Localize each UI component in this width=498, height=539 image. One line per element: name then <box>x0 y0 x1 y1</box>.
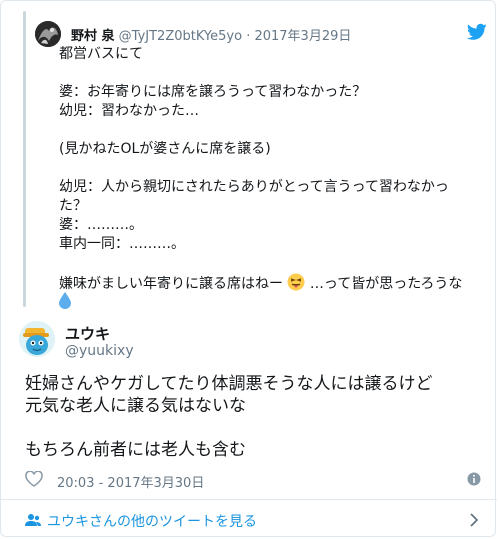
quoted-line-last: 嫌味がましい年寄りに譲る席はねー …って皆が思ったろうな <box>59 273 481 292</box>
droplet-emoji <box>59 292 71 315</box>
quoted-author-handle[interactable]: @TyJT2Z0btKYe5yo <box>119 29 242 44</box>
heart-icon[interactable] <box>25 471 43 487</box>
tweet-text: 妊婦さんやケガしてたり体調悪そうな人には譲るけど 元気な老人に譲る気はないな も… <box>25 373 433 461</box>
chevron-right-icon[interactable] <box>469 512 479 528</box>
quoted-author-avatar[interactable] <box>35 21 61 47</box>
quoted-separator: · <box>246 29 251 44</box>
author-handle[interactable]: @yuukixy <box>65 343 134 359</box>
embedded-tweet-card: 野村 泉 @TyJT2Z0btKYe5yo · 2017年3月29日 都営バスに… <box>0 0 497 538</box>
quoted-line: た？ <box>59 198 87 214</box>
quoted-tweet-header: 野村 泉 @TyJT2Z0btKYe5yo · 2017年3月29日 <box>71 25 351 44</box>
quoted-line: 婆：………。 <box>59 217 143 233</box>
tweet-meta: 20:03 - 2017年3月30日 <box>25 469 481 491</box>
more-tweets-link[interactable]: ユウキさんの他のツイートを見る <box>1 500 497 538</box>
quoted-line: 幼児：習わなかった… <box>59 103 199 119</box>
quoted-line <box>59 159 481 178</box>
quoted-line <box>59 254 481 273</box>
quoted-line: 幼児：人から親切にされたらありがとって言うって習わなかっ <box>59 179 449 195</box>
quoted-line <box>59 121 481 140</box>
info-icon[interactable] <box>467 472 481 486</box>
author-avatar[interactable] <box>19 321 55 357</box>
quoted-line: 婆：お年寄りには席を譲ろうって習わなかった？ <box>59 84 367 100</box>
quoted-line-suffix: …って皆が思ったろうな <box>309 276 463 292</box>
quoted-tweet-text: 都営バスにて 婆：お年寄りには席を譲ろうって習わなかった？ 幼児：習わなかった…… <box>59 45 481 311</box>
more-tweets-label[interactable]: ユウキさんの他のツイートを見る <box>47 511 257 531</box>
quoted-line <box>59 64 481 83</box>
tweet-timestamp[interactable]: 20:03 - 2017年3月30日 <box>57 472 204 491</box>
quoted-author-name[interactable]: 野村 泉 <box>71 29 115 44</box>
tongue-wink-emoji <box>287 273 305 297</box>
quoted-line: 車内一同：………。 <box>59 236 185 252</box>
tweet-line <box>25 417 433 439</box>
quoted-line: 都営バスにて <box>59 46 143 62</box>
quoted-line-text: 嫌味がましい年寄りに譲る席はねー <box>59 276 283 292</box>
tweet-line: 妊婦さんやケガしてたり体調悪そうな人には譲るけど <box>25 374 433 394</box>
quoted-line-emoji <box>59 292 481 311</box>
quote-bar <box>23 11 26 307</box>
quoted-tweet-date[interactable]: 2017年3月29日 <box>254 29 351 44</box>
quoted-line: (見かねたOLが婆さんに席を譲る) <box>59 141 271 157</box>
author-name[interactable]: ユウキ <box>65 323 110 344</box>
tweet-line: もちろん前者には老人も含む <box>25 440 246 460</box>
tweet-line: 元気な老人に譲る気はないな <box>25 396 246 416</box>
user-icon <box>25 514 41 526</box>
twitter-bird-icon[interactable] <box>467 23 487 41</box>
quoted-tweet[interactable]: 野村 泉 @TyJT2Z0btKYe5yo · 2017年3月29日 都営バスに… <box>23 11 487 311</box>
